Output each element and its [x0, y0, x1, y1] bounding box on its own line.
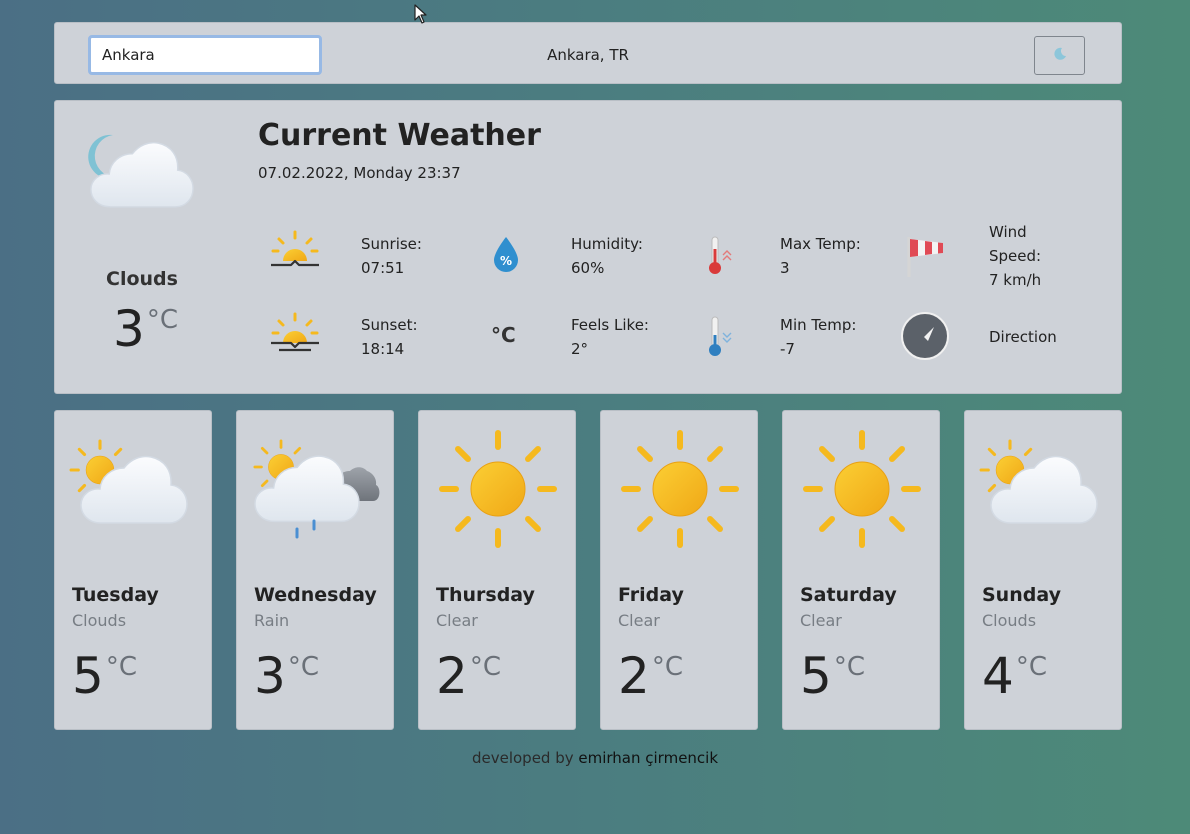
current-weather-panel: Clouds 3 °C Current Weather 07.02.2022, …: [54, 100, 1122, 394]
forecast-day: Friday: [618, 584, 684, 606]
sunset-label: Sunset:: [361, 316, 418, 334]
forecast-desc: Clouds: [982, 611, 1037, 630]
wind-speed-label-line1: Wind: [989, 223, 1027, 241]
forecast-temp-value: 2: [618, 647, 650, 705]
forecast-temp-value: 4: [982, 647, 1014, 705]
forecast-temp-value: 5: [72, 647, 104, 705]
moon-icon: [1052, 46, 1068, 65]
current-datetime: 07.02.2022, Monday 23:37: [258, 164, 461, 182]
forecast-temp: 5 °C: [72, 651, 137, 701]
sunrise-icon: [269, 229, 321, 277]
forecast-day: Wednesday: [254, 584, 377, 606]
sunset-stat: Sunset: 18:14: [361, 313, 418, 361]
sun-icon: [797, 429, 927, 563]
forecast-temp-unit: °C: [105, 652, 137, 682]
sunrise-value: 07:51: [361, 259, 405, 277]
forecast-temp: 2 °C: [618, 651, 683, 701]
min-temp-value: -7: [780, 340, 795, 358]
footer-prefix: developed by: [471, 749, 579, 767]
cloud-moon-icon: [83, 129, 199, 219]
min-temp-label: Min Temp:: [780, 316, 857, 334]
forecast-desc: Clear: [436, 611, 478, 630]
wind-speed-label-line2: Speed:: [989, 247, 1042, 265]
humidity-icon: %: [492, 235, 520, 277]
windsock-icon: [905, 235, 947, 283]
forecast-temp-value: 2: [436, 647, 468, 705]
max-temp-value: 3: [780, 259, 790, 277]
wind-speed-stat: Wind Speed: 7 km/h: [989, 220, 1041, 292]
forecast-day: Sunday: [982, 584, 1061, 606]
forecast-card-wednesday: Wednesday Rain 3 °C: [236, 410, 394, 730]
current-temperature: 3 °C: [113, 304, 178, 354]
forecast-desc: Clear: [800, 611, 842, 630]
compass-icon: [900, 311, 950, 365]
forecast-temp: 5 °C: [800, 651, 865, 701]
humidity-value: 60%: [571, 259, 605, 277]
forecast-temp: 4 °C: [982, 651, 1047, 701]
direction-label: Direction: [989, 328, 1057, 346]
current-temp-value: 3: [113, 300, 145, 358]
forecast-day: Thursday: [436, 584, 535, 606]
forecast-day: Saturday: [800, 584, 897, 606]
forecast-temp-unit: °C: [1015, 652, 1047, 682]
forecast-temp-unit: °C: [287, 652, 319, 682]
mouse-cursor-icon: [414, 4, 428, 28]
forecast-temp: 2 °C: [436, 651, 501, 701]
current-description: Clouds: [106, 268, 178, 290]
wind-speed-value: 7 km/h: [989, 271, 1042, 289]
theme-toggle-button[interactable]: [1034, 36, 1085, 75]
partly-cloudy-icon: [979, 429, 1099, 533]
partly-cloudy-icon: [69, 429, 189, 533]
feels-like-stat: Feels Like: 2°: [571, 313, 649, 361]
humidity-stat: Humidity: 60%: [571, 232, 643, 280]
rain-icon: [251, 429, 381, 543]
sunrise-label: Sunrise:: [361, 235, 422, 253]
sunset-value: 18:14: [361, 340, 405, 358]
top-bar: Ankara, TR: [54, 22, 1122, 84]
forecast-desc: Rain: [254, 611, 290, 630]
sun-icon: [615, 429, 745, 563]
forecast-temp-value: 3: [254, 647, 286, 705]
search-input[interactable]: [88, 35, 322, 75]
celsius-icon: °C: [491, 323, 516, 347]
svg-text:%: %: [500, 254, 512, 268]
thermometer-cold-icon: [705, 315, 735, 363]
forecast-card-friday: Friday Clear 2 °C: [600, 410, 758, 730]
forecast-card-saturday: Saturday Clear 5 °C: [782, 410, 940, 730]
forecast-temp-value: 5: [800, 647, 832, 705]
max-temp-stat: Max Temp: 3: [780, 232, 861, 280]
footer: developed by emirhan çirmencik: [0, 749, 1190, 767]
forecast-card-thursday: Thursday Clear 2 °C: [418, 410, 576, 730]
forecast-desc: Clouds: [72, 611, 127, 630]
max-temp-label: Max Temp:: [780, 235, 861, 253]
forecast-card-tuesday: Tuesday Clouds 5 °C: [54, 410, 212, 730]
forecast-temp: 3 °C: [254, 651, 319, 701]
forecast-card-sunday: Sunday Clouds 4 °C: [964, 410, 1122, 730]
forecast-temp-unit: °C: [651, 652, 683, 682]
feels-like-value: 2°: [571, 340, 589, 358]
footer-author-link[interactable]: emirhan çirmencik: [578, 749, 718, 767]
current-weather-title: Current Weather: [258, 118, 541, 153]
humidity-label: Humidity:: [571, 235, 643, 253]
forecast-day: Tuesday: [72, 584, 159, 606]
sunrise-stat: Sunrise: 07:51: [361, 232, 422, 280]
current-temp-unit: °C: [146, 305, 178, 335]
sun-icon: [433, 429, 563, 563]
forecast-temp-unit: °C: [833, 652, 865, 682]
min-temp-stat: Min Temp: -7: [780, 313, 856, 361]
thermometer-hot-icon: [705, 235, 735, 281]
forecast-temp-unit: °C: [469, 652, 501, 682]
sunset-icon: [269, 311, 321, 359]
feels-like-label: Feels Like:: [571, 316, 649, 334]
forecast-desc: Clear: [618, 611, 660, 630]
